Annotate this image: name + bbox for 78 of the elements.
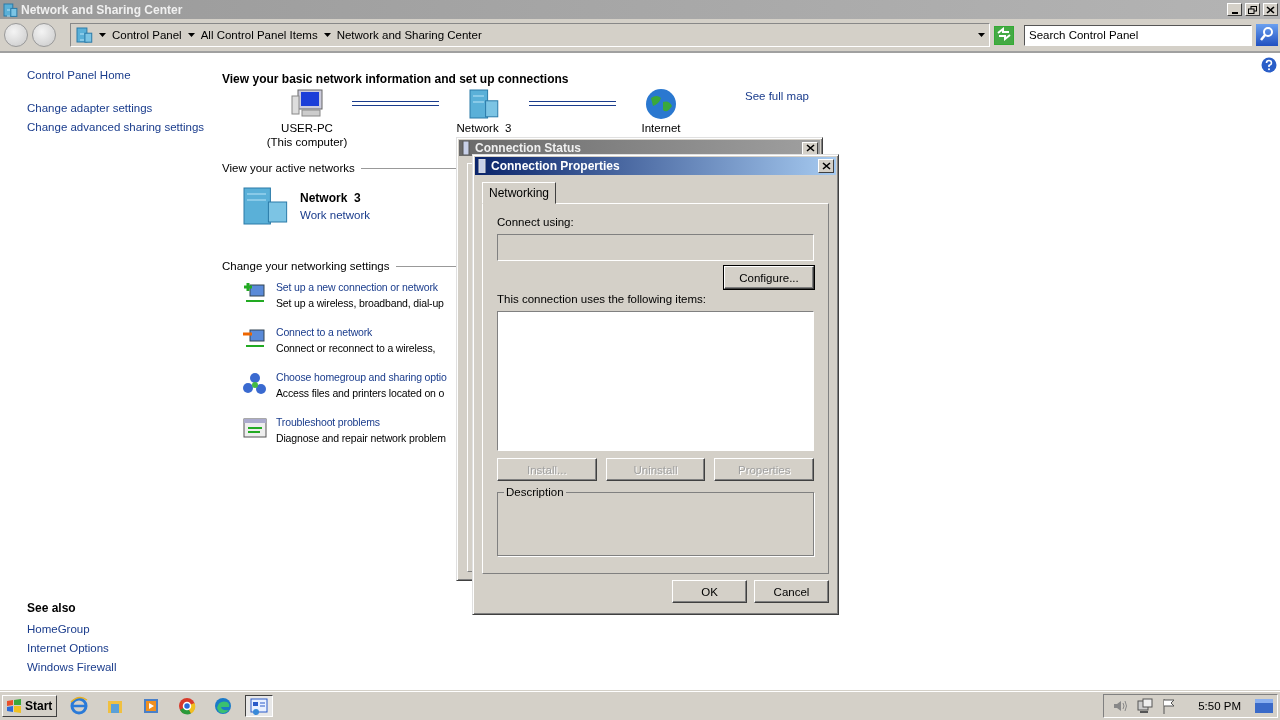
node-sublabel: (This computer) — [266, 136, 348, 148]
sidebar-link[interactable]: Change adapter settings — [27, 102, 153, 114]
configure-button[interactable]: Configure... — [724, 266, 814, 289]
dropdown-arrow-icon[interactable] — [187, 33, 195, 37]
dropdown-arrow-icon[interactable] — [978, 33, 985, 37]
task-description: Connect or reconnect to a wireless, — [276, 342, 436, 354]
tab[interactable]: Networking — [482, 182, 557, 204]
app-icon — [2, 1, 18, 18]
adapter-field[interactable] — [497, 234, 814, 261]
search-icon — [1259, 25, 1275, 42]
sidebar-link[interactable]: Change advanced sharing settings — [27, 121, 205, 133]
section-heading: Change your networking settings — [222, 260, 390, 272]
group-label: Description — [504, 486, 566, 498]
dialog-button[interactable]: Cancel — [754, 580, 829, 603]
close-button[interactable] — [818, 159, 834, 173]
window-title: Network and Sharing Center — [21, 2, 184, 17]
network-type-link[interactable]: Work network — [300, 209, 371, 221]
section-heading: See also — [27, 601, 76, 615]
task-link[interactable]: Connect to a network — [276, 326, 373, 338]
restore-icon — [1248, 5, 1257, 14]
breadcrumb[interactable]: Network and Sharing Center — [336, 29, 482, 41]
task-description: Diagnose and repair network problem — [276, 432, 446, 444]
see-also-link[interactable]: Internet Options — [27, 642, 109, 654]
task-link[interactable]: Troubleshoot problems — [276, 416, 380, 428]
see-also-link[interactable]: Windows Firewall — [27, 661, 117, 673]
browser-icon — [177, 696, 198, 716]
start-button[interactable]: Start — [2, 695, 58, 717]
task-link[interactable]: Set up a new connection or network — [276, 281, 438, 293]
browser-icon — [213, 696, 234, 716]
list-label: This connection uses the following items: — [497, 293, 708, 305]
dialog-title: Connection Properties — [491, 159, 621, 173]
dialog-title: Connection Status — [475, 141, 582, 155]
field-label: Connect using: — [497, 216, 575, 228]
control-panel-icon — [249, 696, 270, 716]
taskbar-app[interactable] — [245, 695, 274, 717]
node-label: Network 3 — [456, 122, 512, 134]
homegroup-icon — [242, 371, 268, 397]
troubleshoot-icon — [242, 416, 268, 440]
breadcrumb[interactable]: All Control Panel Items — [200, 29, 318, 41]
close-button[interactable] — [1263, 3, 1278, 16]
close-icon — [821, 162, 831, 170]
section-heading: View your active networks — [222, 162, 355, 174]
see-also-link[interactable]: HomeGroup — [27, 623, 90, 635]
location-icon — [75, 26, 93, 44]
see-full-map-link[interactable]: See full map — [745, 90, 809, 102]
search-field[interactable]: Search Control Panel — [1024, 24, 1252, 46]
close-button[interactable] — [802, 141, 818, 155]
close-icon — [805, 144, 815, 152]
refresh-icon — [996, 26, 1012, 41]
task-description: Access files and printers located on o — [276, 387, 445, 399]
refresh-button[interactable] — [994, 25, 1014, 45]
dialog-button[interactable]: OK — [672, 580, 747, 603]
task-link[interactable]: Choose homegroup and sharing optio — [276, 371, 447, 383]
search-button[interactable] — [1256, 24, 1278, 46]
restore-button[interactable] — [1245, 3, 1260, 16]
close-icon — [1266, 5, 1275, 14]
server-icon — [468, 88, 500, 120]
computer-icon — [290, 88, 324, 120]
minimize-icon — [1231, 11, 1238, 14]
help-icon[interactable] — [1261, 57, 1277, 73]
minimize-button[interactable] — [1227, 3, 1242, 16]
browser-icon — [69, 696, 90, 716]
address-bar[interactable]: Control Panel All Control Panel Items Network and Sharing Center — [70, 23, 990, 47]
windows-logo-icon — [5, 698, 23, 714]
node-label: USER-PC — [281, 122, 333, 134]
network-name: Network 3 — [300, 191, 362, 205]
task-description: Set up a wireless, broadband, dial-up — [276, 297, 444, 309]
dropdown-arrow-icon[interactable] — [99, 33, 106, 37]
breadcrumb[interactable]: Control Panel — [112, 29, 182, 41]
dropdown-arrow-icon[interactable] — [323, 33, 331, 37]
flag-icon[interactable] — [1162, 698, 1177, 714]
page-heading: View your basic network information and set up connections — [222, 72, 570, 86]
clock[interactable]: 5:50 PM — [1198, 700, 1241, 712]
globe-icon — [645, 88, 677, 120]
node-label: Internet — [641, 122, 681, 134]
network-icon[interactable] — [1136, 698, 1155, 714]
sidebar-link[interactable]: Control Panel Home — [27, 69, 131, 81]
network-icon — [242, 186, 290, 226]
